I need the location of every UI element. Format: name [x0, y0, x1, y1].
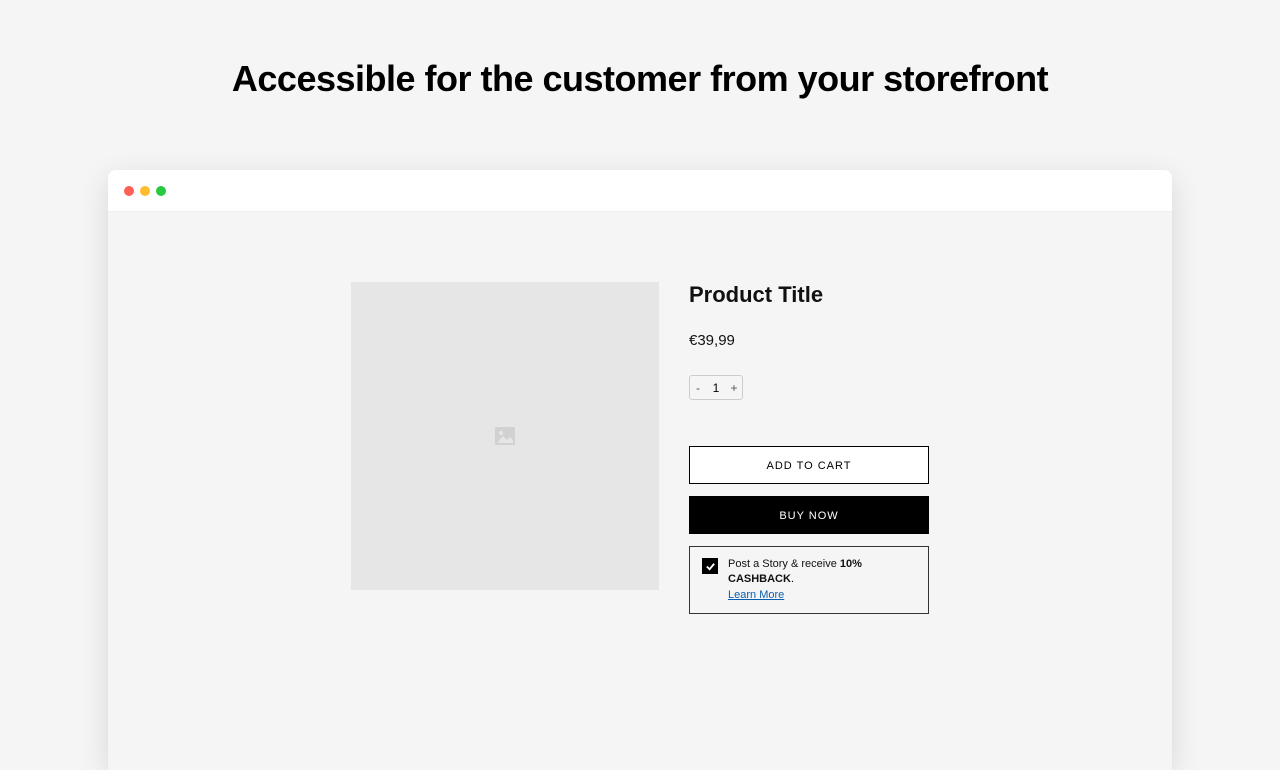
image-placeholder-icon [493, 424, 517, 448]
product-price: €39,99 [689, 332, 929, 349]
browser-window: Product Title €39,99 - 1 + ADD TO CART B… [108, 170, 1172, 770]
quantity-decrease-button[interactable]: - [690, 382, 706, 394]
browser-viewport: Product Title €39,99 - 1 + ADD TO CART B… [108, 212, 1172, 770]
window-maximize-icon[interactable] [156, 186, 166, 196]
cashback-checkbox[interactable] [702, 558, 718, 574]
quantity-value: 1 [706, 381, 726, 395]
add-to-cart-button[interactable]: ADD TO CART [689, 446, 929, 484]
quantity-increase-button[interactable]: + [726, 382, 742, 394]
cashback-text: Post a Story & receive 10% CASHBACK. Lea… [728, 557, 916, 603]
product-image-placeholder [351, 282, 659, 590]
checkmark-icon [705, 561, 716, 572]
cashback-suffix: . [791, 573, 794, 585]
window-minimize-icon[interactable] [140, 186, 150, 196]
window-close-icon[interactable] [124, 186, 134, 196]
product-title: Product Title [689, 282, 929, 308]
product-details: Product Title €39,99 - 1 + ADD TO CART B… [689, 282, 929, 770]
buy-now-button[interactable]: BUY NOW [689, 496, 929, 534]
cashback-offer-box: Post a Story & receive 10% CASHBACK. Lea… [689, 546, 929, 614]
learn-more-link[interactable]: Learn More [728, 589, 784, 601]
quantity-stepper: - 1 + [689, 375, 743, 400]
browser-chrome [108, 170, 1172, 212]
page-heading: Accessible for the customer from your st… [0, 0, 1280, 100]
cashback-prefix: Post a Story & receive [728, 558, 840, 570]
